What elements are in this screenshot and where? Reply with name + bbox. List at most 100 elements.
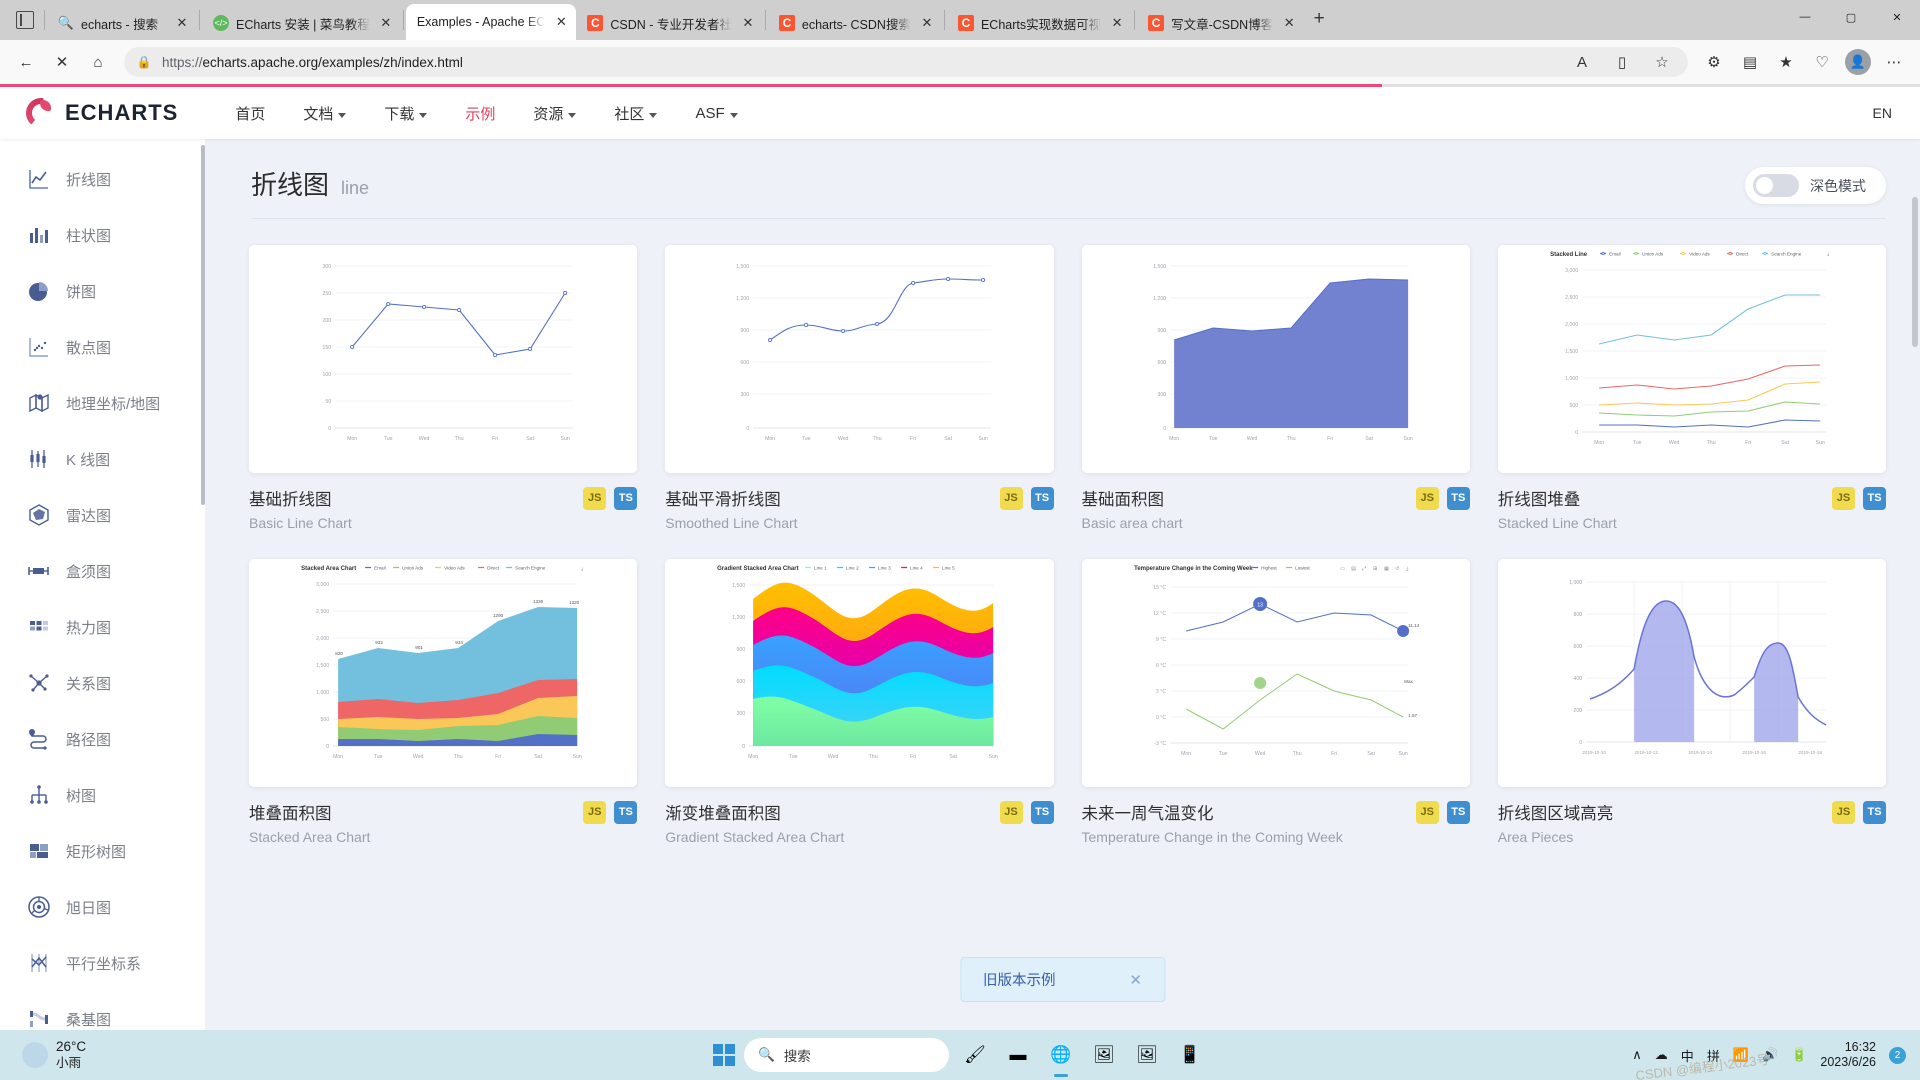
badge-ts[interactable]: TS	[1447, 801, 1470, 824]
badge-ts[interactable]: TS	[614, 801, 637, 824]
chart-preview[interactable]: Temperature Change in the Coming Week Hi…	[1082, 559, 1470, 787]
add-favorite-icon[interactable]: ☆	[1646, 46, 1678, 78]
home-button[interactable]: ⌂	[82, 46, 114, 78]
taskbar-app-files[interactable]: ▬	[1001, 1038, 1035, 1072]
taskbar-search[interactable]: 🔍 搜索	[744, 1038, 949, 1072]
sidebar-item-sunburst[interactable]: 旭日图	[0, 879, 205, 935]
example-card-smoothed-line[interactable]: 1,500 1,200 900 600 300 0	[665, 245, 1053, 531]
page-scrollbar[interactable]	[1912, 197, 1918, 347]
sidebar-item-lines[interactable]: 路径图	[0, 711, 205, 767]
minimize-button[interactable]: —	[1782, 0, 1828, 34]
tab-close-icon[interactable]: ✕	[552, 13, 570, 31]
browser-essentials-icon[interactable]: ♡	[1806, 46, 1838, 78]
badge-js[interactable]: JS	[1000, 801, 1023, 824]
tab-close-icon[interactable]: ✕	[918, 14, 936, 32]
settings-menu-icon[interactable]: ⋯	[1878, 46, 1910, 78]
language-switch[interactable]: EN	[1873, 105, 1900, 121]
avatar[interactable]: 👤	[1842, 46, 1874, 78]
sidebar-item-parallel[interactable]: 平行坐标系	[0, 935, 205, 991]
toggle-switch[interactable]	[1753, 174, 1799, 197]
browser-tab-2-active[interactable]: Examples - Apache EC ✕	[406, 4, 577, 40]
browser-tab-1[interactable]: </> ECharts 安装 | 菜鸟教程 ✕	[202, 6, 401, 40]
badge-ts[interactable]: TS	[1863, 487, 1886, 510]
badge-js[interactable]: JS	[583, 487, 606, 510]
start-button[interactable]	[713, 1044, 735, 1066]
example-card-basic-line[interactable]: 300 250 200 150 100 50 0	[249, 245, 637, 531]
chart-preview[interactable]: Stacked Area Chart Email Union Ads Video…	[249, 559, 637, 787]
nav-item-download[interactable]: 下载	[365, 87, 446, 139]
example-card-temperature[interactable]: Temperature Change in the Coming Week Hi…	[1082, 559, 1470, 845]
new-tab-button[interactable]: +	[1304, 4, 1334, 34]
back-button[interactable]: ←	[10, 46, 42, 78]
address-bar[interactable]: 🔒 https://echarts.apache.org/examples/zh…	[124, 47, 1688, 77]
nav-item-home[interactable]: 首页	[216, 87, 284, 139]
example-card-stacked-area[interactable]: Stacked Area Chart Email Union Ads Video…	[249, 559, 637, 845]
taskbar-app-edge[interactable]: 🌐	[1044, 1038, 1078, 1072]
browser-tab-6[interactable]: C 写文章-CSDN博客 ✕	[1137, 6, 1304, 40]
badge-js[interactable]: JS	[583, 801, 606, 824]
nav-item-asf[interactable]: ASF	[676, 87, 756, 139]
sidebar-item-map[interactable]: 地理坐标/地图	[0, 375, 205, 431]
dark-mode-toggle[interactable]: 深色模式	[1745, 167, 1886, 204]
sidebar-item-pie[interactable]: 饼图	[0, 263, 205, 319]
notification-badge[interactable]: 2	[1889, 1047, 1906, 1064]
tab-close-icon[interactable]: ✕	[1280, 14, 1298, 32]
collections-icon[interactable]: ▤	[1734, 46, 1766, 78]
chart-preview[interactable]: 1,000 800 600 400 200 0	[1498, 559, 1886, 787]
sidebar-item-candlestick[interactable]: K 线图	[0, 431, 205, 487]
sidebar-item-treemap[interactable]: 矩形树图	[0, 823, 205, 879]
taskbar-clock[interactable]: 16:32 2023/6/26	[1820, 1040, 1876, 1070]
browser-tab-0[interactable]: 🔍 echarts - 搜索 ✕	[47, 6, 197, 40]
browser-tab-4[interactable]: C echarts- CSDN搜索 ✕	[768, 6, 942, 40]
taskbar-app-phonelink[interactable]: 📱	[1173, 1038, 1207, 1072]
badge-js[interactable]: JS	[1000, 487, 1023, 510]
tab-close-icon[interactable]: ✕	[173, 14, 191, 32]
chart-preview[interactable]: 300 250 200 150 100 50 0	[249, 245, 637, 473]
tab-search-button[interactable]	[8, 0, 42, 40]
sidebar-item-bar[interactable]: 柱状图	[0, 207, 205, 263]
badge-ts[interactable]: TS	[1031, 801, 1054, 824]
chart-preview[interactable]: Stacked Line Email Union Ads Video Ads D…	[1498, 245, 1886, 473]
echarts-logo[interactable]: ECHARTS	[26, 98, 178, 128]
browser-tab-5[interactable]: C ECharts实现数据可视 ✕	[947, 6, 1132, 40]
taskbar-app-anime-1[interactable]: 🖼	[1087, 1038, 1121, 1072]
badge-js[interactable]: JS	[1416, 487, 1439, 510]
badge-js[interactable]: JS	[1832, 487, 1855, 510]
sidebar-item-graph[interactable]: 关系图	[0, 655, 205, 711]
tab-close-icon[interactable]: ✕	[739, 14, 757, 32]
chart-preview[interactable]: 1,500 1,200 900 600 300 0	[1082, 245, 1470, 473]
example-card-stacked-line[interactable]: Stacked Line Email Union Ads Video Ads D…	[1498, 245, 1886, 531]
nav-item-community[interactable]: 社区	[595, 87, 676, 139]
badge-ts[interactable]: TS	[1031, 487, 1054, 510]
badge-ts[interactable]: TS	[1863, 801, 1886, 824]
badge-ts[interactable]: TS	[1447, 487, 1470, 510]
badge-js[interactable]: JS	[1416, 801, 1439, 824]
read-aloud-icon[interactable]: A	[1566, 46, 1598, 78]
sidebar-item-radar[interactable]: 雷达图	[0, 487, 205, 543]
maximize-button[interactable]: ▢	[1828, 0, 1874, 34]
nav-item-resources[interactable]: 资源	[514, 87, 595, 139]
tab-close-icon[interactable]: ✕	[377, 14, 395, 32]
close-icon[interactable]: ✕	[1129, 971, 1142, 989]
chart-preview[interactable]: 1,500 1,200 900 600 300 0	[665, 245, 1053, 473]
badge-ts[interactable]: TS	[614, 487, 637, 510]
legacy-examples-toast[interactable]: 旧版本示例 ✕	[960, 957, 1165, 1002]
sidebar-item-boxplot[interactable]: 盒须图	[0, 543, 205, 599]
chart-preview[interactable]: Gradient Stacked Area Chart Line 1 Line …	[665, 559, 1053, 787]
taskbar-app-anime-2[interactable]: 🖼	[1130, 1038, 1164, 1072]
sidebar-item-tree[interactable]: 树图	[0, 767, 205, 823]
tray-expand-icon[interactable]: ∧	[1632, 1047, 1642, 1063]
tab-close-icon[interactable]: ✕	[1108, 14, 1126, 32]
extensions-icon[interactable]: ⚙	[1698, 46, 1730, 78]
taskbar-app-paint[interactable]: 🖌	[958, 1038, 992, 1072]
example-card-area-pieces[interactable]: 1,000 800 600 400 200 0	[1498, 559, 1886, 845]
stop-loading-button[interactable]: ✕	[46, 46, 78, 78]
sidebar-item-scatter[interactable]: 散点图	[0, 319, 205, 375]
example-card-basic-area[interactable]: 1,500 1,200 900 600 300 0	[1082, 245, 1470, 531]
badge-js[interactable]: JS	[1832, 801, 1855, 824]
nav-item-docs[interactable]: 文档	[284, 87, 365, 139]
browser-tab-3[interactable]: C CSDN - 专业开发者社 ✕	[576, 6, 763, 40]
sidebar-item-sankey[interactable]: 桑基图	[0, 991, 205, 1030]
sidebar-item-line[interactable]: 折线图	[0, 151, 205, 207]
sidebar-item-heatmap[interactable]: 热力图	[0, 599, 205, 655]
